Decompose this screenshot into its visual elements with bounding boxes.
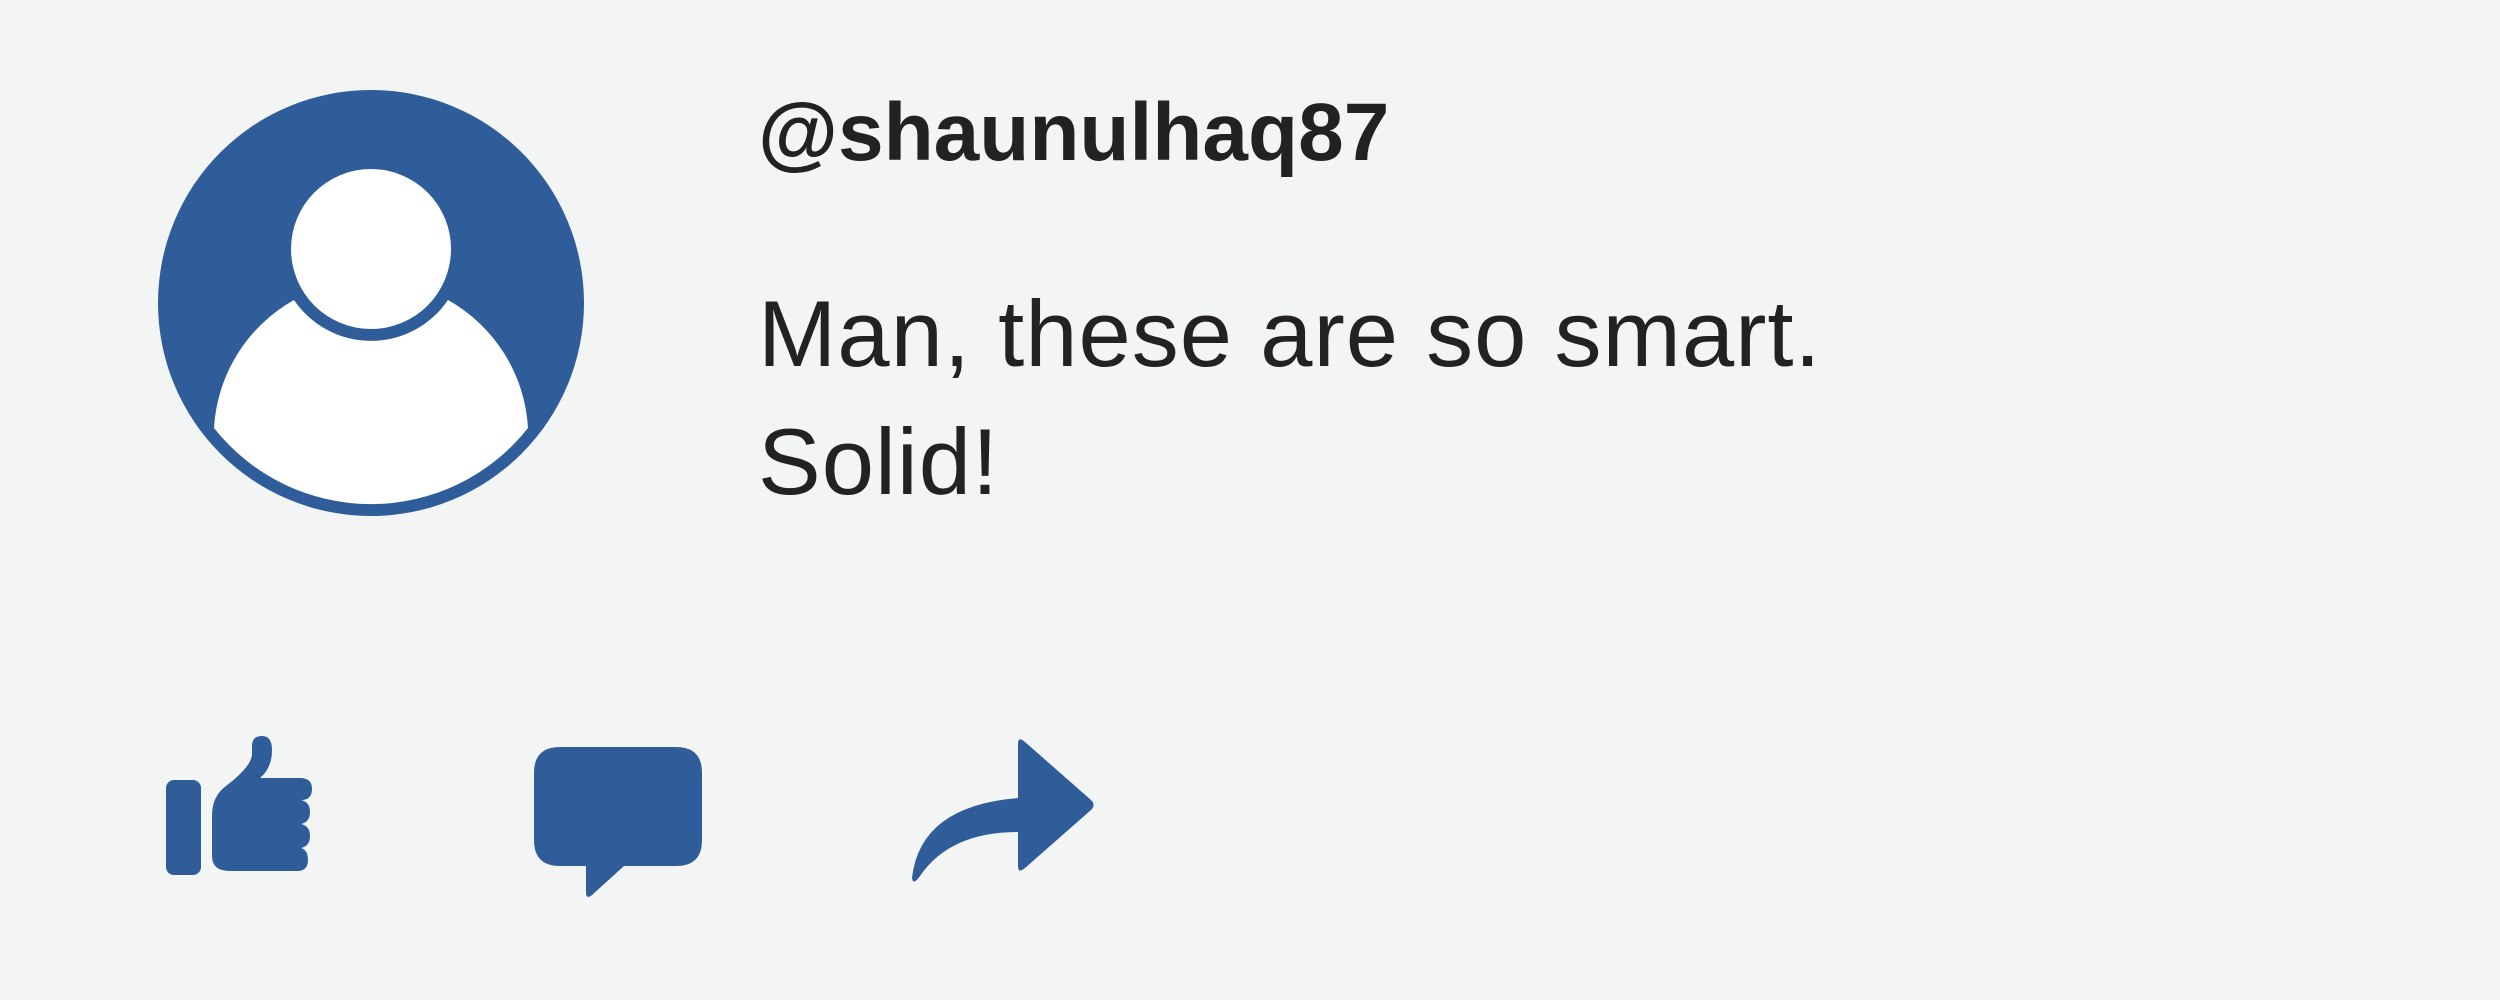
comment-button[interactable] [530, 742, 710, 912]
share-button[interactable] [878, 736, 1098, 892]
speech-bubble-icon [534, 747, 702, 897]
comment-post: @shaunulhaq87 Man, these are so smart. S… [0, 0, 2500, 1000]
share-arrow-icon [912, 739, 1094, 882]
thumbs-up-icon [166, 736, 312, 876]
username[interactable]: @shaunulhaq87 [758, 92, 1389, 174]
like-button[interactable] [160, 720, 330, 880]
default-user-avatar-icon [158, 90, 584, 516]
user-avatar[interactable] [156, 88, 586, 518]
comment-text: Man, these are so smart. Solid! [758, 281, 1822, 514]
